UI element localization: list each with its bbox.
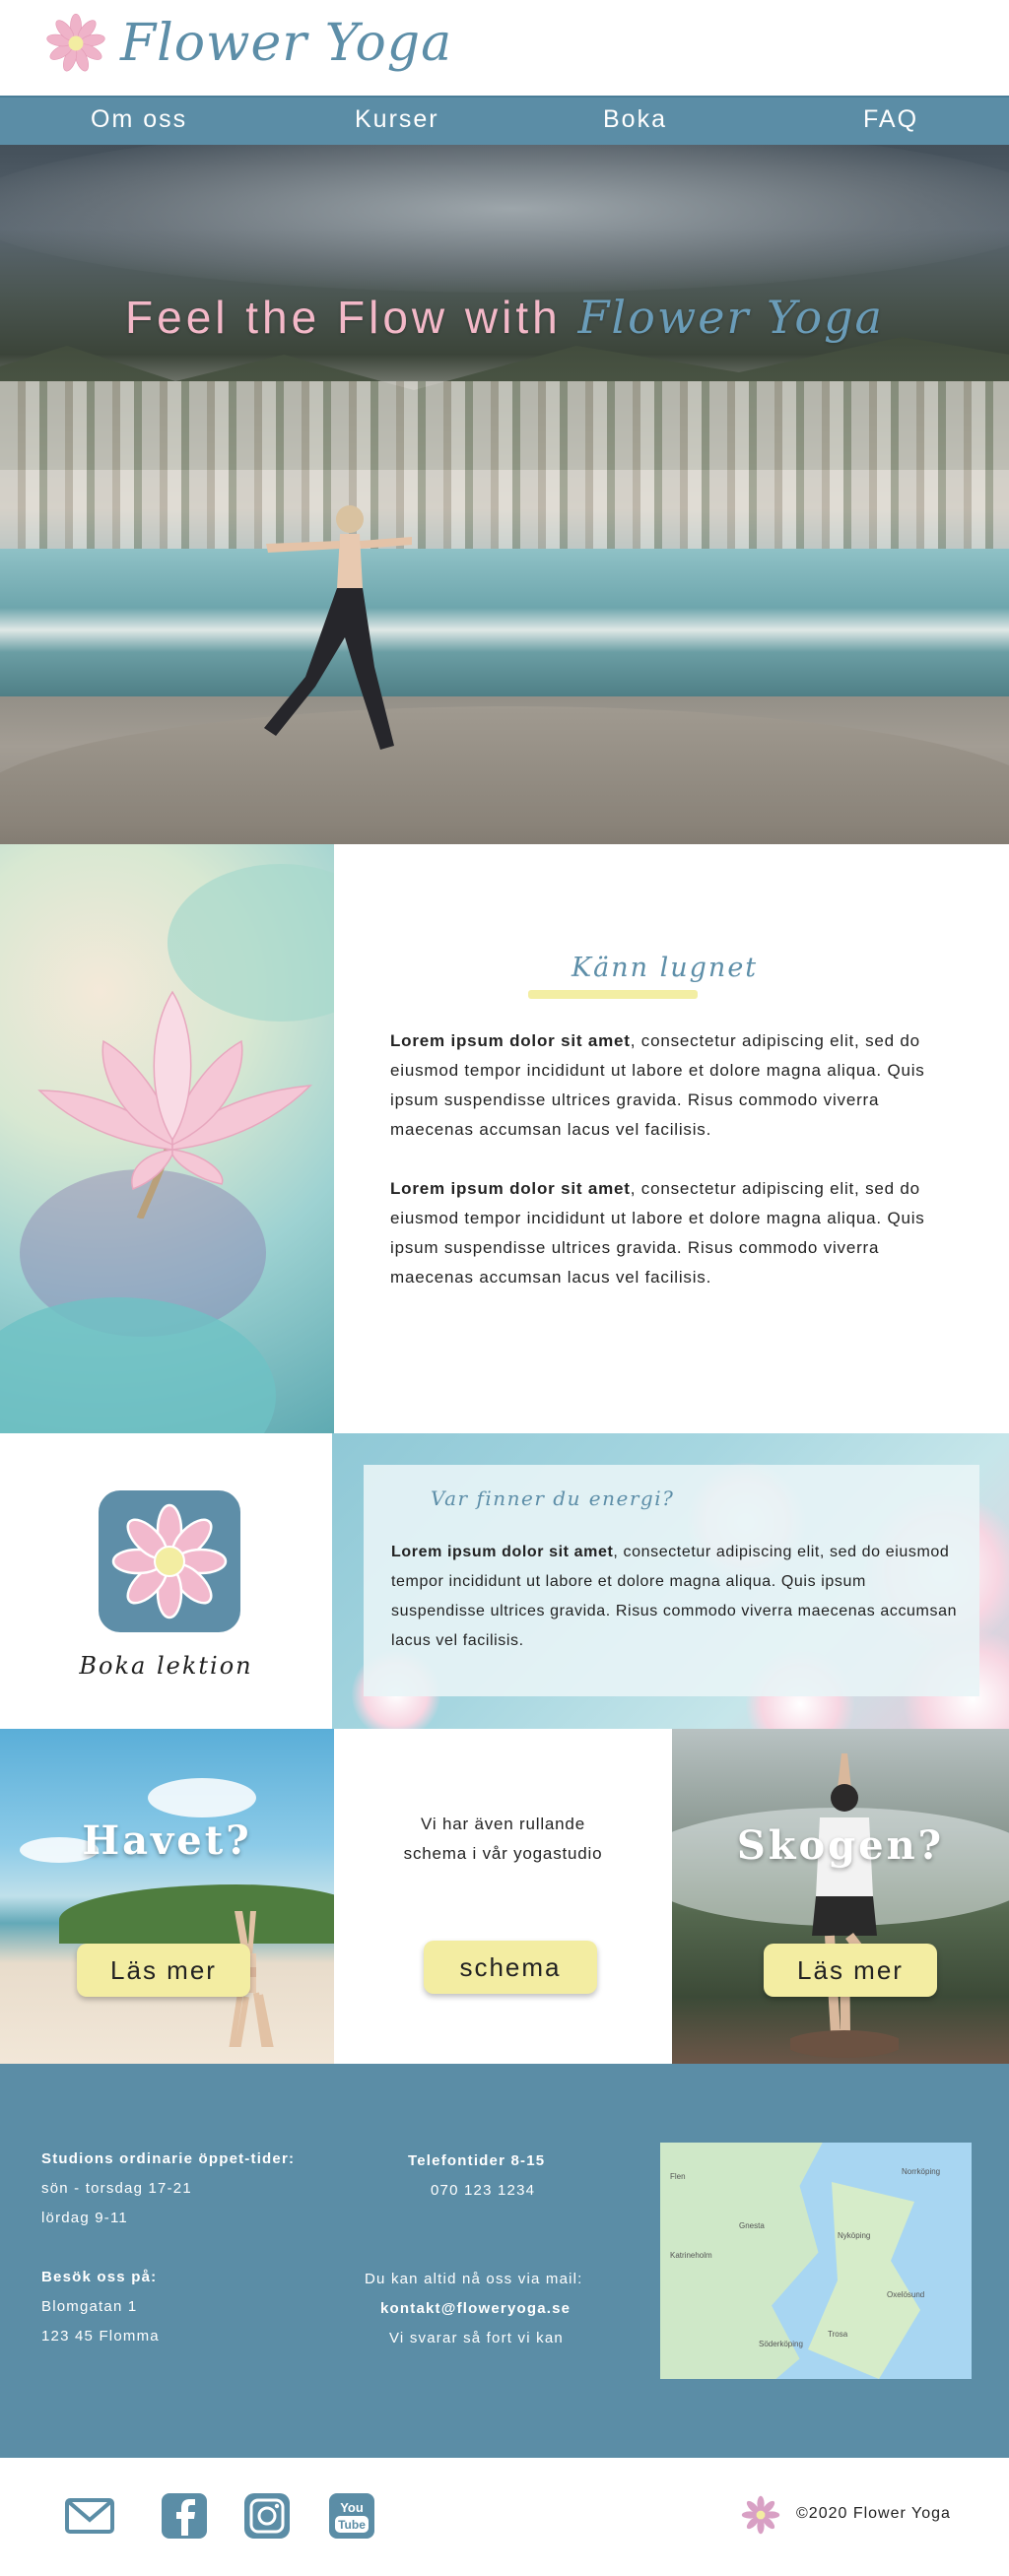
- hero-town: [0, 381, 1009, 549]
- main-nav: Om oss Kurser Boka FAQ: [0, 96, 1009, 145]
- feel-paragraph-2: Lorem ipsum dolor sit amet, consectetur …: [390, 1179, 925, 1287]
- feel-paragraph-1: Lorem ipsum dolor sit amet, consectetur …: [390, 1031, 925, 1139]
- address-city: 123 45 Flomma: [41, 2328, 160, 2345]
- nav-item-om-oss[interactable]: Om oss: [91, 105, 187, 134]
- panel-sea: Havet? Läs mer: [0, 1729, 334, 2064]
- email-link[interactable]: kontakt@floweryoga.se: [380, 2300, 571, 2317]
- lotus-photo: [0, 844, 334, 1433]
- svg-text:Tube: Tube: [338, 2518, 366, 2532]
- map-label: Norrköping: [902, 2167, 941, 2176]
- reply-note: Vi svarar så fort vi kan: [389, 2330, 564, 2346]
- hero-title: Feel the Flow with Flower Yoga: [0, 291, 1009, 344]
- panel-forest-title: Skogen?: [736, 1822, 945, 1869]
- opening-hours-heading: Studions ordinarie öppet-tider:: [41, 2150, 296, 2167]
- brand-name[interactable]: Flower Yoga: [120, 14, 452, 73]
- schedule-text: Vi har även rullande schema i vår yogast…: [334, 1810, 672, 1869]
- map-label: Oxelösund: [887, 2290, 925, 2299]
- schedule-text-line-1: Vi har även rullande: [421, 1815, 585, 1833]
- heading-underline: [528, 990, 698, 999]
- hero-rock: [0, 706, 1009, 844]
- youtube-icon[interactable]: You Tube: [325, 2489, 378, 2543]
- copyright-text: ©2020 Flower Yoga: [796, 2505, 951, 2522]
- contact-section: Studions ordinarie öppet-tider: sön - to…: [0, 2064, 1009, 2458]
- tree-pose-person-figure: [790, 1753, 899, 2058]
- nav-item-boka[interactable]: Boka: [603, 105, 667, 134]
- instagram-icon[interactable]: [240, 2489, 294, 2543]
- lotus-logo-icon: [741, 2495, 780, 2535]
- lotus-icon: [111, 1503, 228, 1619]
- book-lesson-box: Boka lektion: [0, 1433, 332, 1729]
- read-more-sea-button[interactable]: Läs mer: [77, 1944, 250, 1997]
- hero-title-prefix: Feel the Flow with: [125, 292, 578, 343]
- book-lesson-button[interactable]: [99, 1490, 240, 1632]
- hero-sea: [0, 549, 1009, 696]
- schedule-text-line-2: schema i vår yogastudio: [403, 1844, 603, 1863]
- hero-banner: Feel the Flow with Flower Yoga: [0, 145, 1009, 844]
- feel-section: Känn lugnet Lorem ipsum dolor sit amet, …: [0, 844, 1009, 1433]
- lotus-logo-icon[interactable]: [45, 13, 106, 74]
- energy-paragraph: Lorem ipsum dolor sit amet, consectetur …: [391, 1544, 958, 1649]
- site-footer: You Tube ©2020 Flower Yoga: [0, 2458, 1009, 2576]
- nav-item-faq[interactable]: FAQ: [863, 105, 918, 134]
- visit-heading: Besök oss på:: [41, 2269, 158, 2285]
- hero-title-accent: Flower Yoga: [577, 291, 884, 344]
- phone-hours-heading: Telefontider 8-15: [408, 2152, 546, 2169]
- map-label: Flen: [670, 2172, 686, 2181]
- map-label: Katrineholm: [670, 2251, 712, 2260]
- site-header: Flower Yoga: [0, 0, 1009, 96]
- panel-forest: Skogen? Läs mer: [672, 1729, 1009, 2064]
- read-more-forest-button[interactable]: Läs mer: [764, 1944, 937, 1997]
- yoga-person-figure: [264, 505, 412, 750]
- schedule-button[interactable]: schema: [424, 1941, 597, 1994]
- opening-hours-saturday: lördag 9-11: [41, 2210, 128, 2226]
- destination-panels: Havet? Läs mer Vi har även rullande sche…: [0, 1729, 1009, 2064]
- map-label: Trosa: [828, 2330, 848, 2339]
- map-label: Gnesta: [739, 2221, 765, 2230]
- mail-icon[interactable]: [63, 2489, 116, 2543]
- energy-heading: Var finner du energi?: [431, 1486, 675, 1510]
- mail-intro: Du kan altid nå oss via mail:: [365, 2271, 583, 2287]
- feel-heading: Känn lugnet: [572, 953, 759, 983]
- nav-item-kurser[interactable]: Kurser: [355, 105, 439, 134]
- energy-card: Var finner du energi? Lorem ipsum dolor …: [364, 1465, 979, 1696]
- lotus-flower-icon: [37, 990, 312, 1219]
- energy-section: Boka lektion Var finner du energi? Lorem…: [0, 1433, 1009, 1729]
- panel-sea-title: Havet?: [82, 1817, 252, 1864]
- map-label: Söderköping: [759, 2340, 803, 2348]
- location-map[interactable]: Flen Gnesta Nyköping Oxelösund Katrineho…: [660, 2143, 972, 2379]
- facebook-icon[interactable]: [158, 2489, 211, 2543]
- map-label: Nyköping: [838, 2231, 871, 2240]
- opening-hours-weekdays: sön - torsdag 17-21: [41, 2180, 192, 2197]
- address-street: Blomgatan 1: [41, 2298, 138, 2315]
- book-lesson-label[interactable]: Boka lektion: [0, 1652, 332, 1680]
- hero-clouds: [0, 145, 1009, 293]
- phone-number[interactable]: 070 123 1234: [431, 2182, 535, 2199]
- svg-text:You: You: [340, 2500, 364, 2515]
- panel-schedule: Vi har även rullande schema i vår yogast…: [334, 1729, 672, 2064]
